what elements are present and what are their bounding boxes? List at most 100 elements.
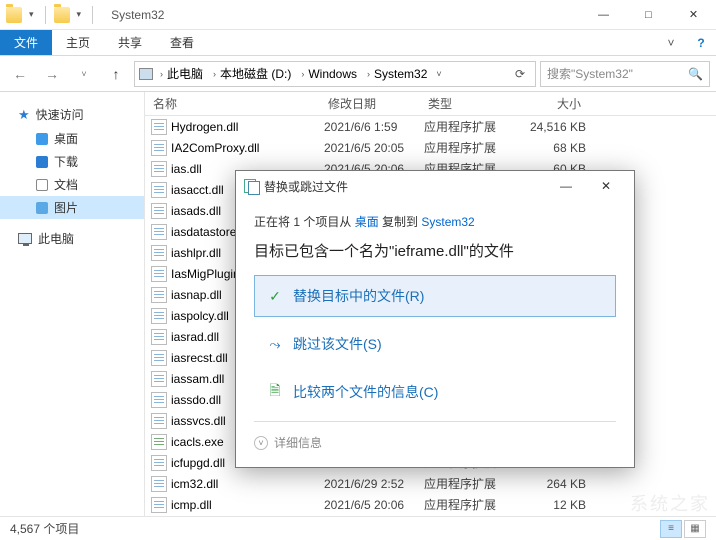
breadcrumb-segment[interactable]: Windows (308, 67, 357, 81)
chevron-right-icon[interactable]: › (158, 69, 165, 79)
help-icon[interactable]: ? (686, 30, 716, 55)
tab-view[interactable]: 查看 (156, 30, 208, 55)
recent-dropdown-icon[interactable]: ▾ (74, 9, 85, 20)
option-compare[interactable]: 🗎 比较两个文件的信息(C) (254, 371, 616, 413)
divider (45, 6, 46, 24)
chevron-down-icon: ˅ (254, 436, 268, 450)
sidebar-item-label: 下载 (54, 153, 78, 170)
sidebar-quick-access[interactable]: ★ 快速访问 (0, 102, 144, 127)
tab-file[interactable]: 文件 (0, 30, 52, 55)
address-dropdown-icon[interactable]: ˅ (432, 69, 445, 79)
file-icon (151, 350, 167, 366)
column-type[interactable]: 类型 (420, 95, 510, 112)
view-details-button[interactable]: ≡ (660, 520, 682, 538)
star-icon: ★ (18, 107, 30, 123)
file-name: icm32.dll (171, 477, 324, 491)
chevron-right-icon[interactable]: › (365, 69, 372, 79)
details-toggle[interactable]: ˅ 详细信息 (254, 434, 616, 451)
view-thumbnails-button[interactable]: ▦ (684, 520, 706, 538)
file-date: 2021/6/29 2:52 (324, 477, 424, 491)
option-skip[interactable]: ⤳ 跳过该文件(S) (254, 323, 616, 365)
file-icon (151, 455, 167, 471)
folder-icon (6, 7, 22, 23)
table-row[interactable]: Hydrogen.dll2021/6/6 1:59应用程序扩展24,516 KB (145, 116, 716, 137)
file-icon (151, 140, 167, 156)
navigation-bar: ← → ˅ ↑ ›此电脑 ›本地磁盘 (D:) ›Windows ›System… (0, 56, 716, 92)
back-button[interactable]: ← (6, 61, 34, 87)
sidebar-item-desktop[interactable]: 桌面 (0, 127, 144, 150)
ribbon-expand-icon[interactable]: ˅ (656, 30, 686, 55)
file-size: 24,516 KB (514, 120, 586, 134)
sidebar-item-label: 图片 (54, 199, 78, 216)
sidebar-item-documents[interactable]: 文档 (0, 173, 144, 196)
dialog-minimize-button[interactable]: — (546, 172, 586, 200)
sidebar-item-downloads[interactable]: 下载 (0, 150, 144, 173)
file-date: 2021/6/6 1:59 (324, 120, 424, 134)
document-icon (36, 179, 48, 191)
breadcrumb-segment[interactable]: System32 (374, 67, 427, 81)
breadcrumb-segment[interactable]: 本地磁盘 (D:) (220, 65, 291, 82)
table-row[interactable]: IA2ComProxy.dll2021/6/5 20:05应用程序扩展68 KB (145, 137, 716, 158)
file-icon (151, 308, 167, 324)
chevron-right-icon[interactable]: › (211, 69, 218, 79)
column-date[interactable]: 修改日期 (320, 95, 420, 112)
title-bar: ▾ ▾ System32 — □ ✕ (0, 0, 716, 30)
pictures-icon (36, 202, 48, 214)
file-icon (151, 497, 167, 513)
search-icon[interactable]: 🔍 (688, 67, 703, 81)
file-icon (151, 476, 167, 492)
file-date: 2021/6/5 20:05 (324, 141, 424, 155)
sidebar-item-label: 文档 (54, 176, 78, 193)
table-row[interactable]: icmp.dll2021/6/5 20:06应用程序扩展12 KB (145, 494, 716, 515)
option-replace[interactable]: ✓ 替换目标中的文件(R) (254, 275, 616, 317)
file-icon (151, 266, 167, 282)
sidebar-item-label: 桌面 (54, 130, 78, 147)
pc-icon (139, 68, 153, 80)
table-row[interactable]: icm32.dll2021/6/29 2:52应用程序扩展264 KB (145, 473, 716, 494)
file-name: IA2ComProxy.dll (171, 141, 324, 155)
qat-dropdown-icon[interactable]: ▾ (26, 9, 37, 20)
file-icon (151, 371, 167, 387)
source-link[interactable]: 桌面 (355, 215, 379, 229)
dialog-title: 替换或跳过文件 (264, 178, 348, 195)
search-input[interactable]: 搜索"System32" 🔍 (540, 61, 710, 87)
minimize-button[interactable]: — (581, 0, 626, 30)
file-icon (151, 161, 167, 177)
sidebar-item-pictures[interactable]: 图片 (0, 196, 144, 219)
file-icon (151, 203, 167, 219)
divider (254, 421, 616, 422)
maximize-button[interactable]: □ (626, 0, 671, 30)
file-type: 应用程序扩展 (424, 139, 514, 156)
up-button[interactable]: ↑ (102, 61, 130, 87)
sidebar-item-label: 此电脑 (38, 230, 74, 247)
sidebar-label: 快速访问 (36, 106, 84, 123)
file-icon (151, 392, 167, 408)
tab-share[interactable]: 共享 (104, 30, 156, 55)
skip-icon: ⤳ (267, 336, 283, 352)
column-name[interactable]: 名称 (145, 95, 320, 112)
folder-icon (54, 7, 70, 23)
file-type: 应用程序扩展 (424, 496, 514, 513)
column-size[interactable]: 大小 (510, 95, 590, 112)
file-name: Hydrogen.dll (171, 120, 324, 134)
forward-button[interactable]: → (38, 61, 66, 87)
recent-locations-dropdown[interactable]: ˅ (70, 61, 98, 87)
destination-link[interactable]: System32 (421, 215, 474, 229)
file-icon (151, 245, 167, 261)
refresh-icon[interactable]: ⟳ (509, 67, 531, 81)
desktop-icon (36, 133, 48, 145)
dialog-titlebar[interactable]: 替换或跳过文件 — ✕ (236, 171, 634, 201)
file-size: 68 KB (514, 141, 586, 155)
column-headers: 名称 修改日期 类型 大小 (145, 92, 716, 116)
sidebar-item-this-pc[interactable]: 此电脑 (0, 227, 144, 250)
address-bar[interactable]: ›此电脑 ›本地磁盘 (D:) ›Windows ›System32 ˅ ⟳ (134, 61, 536, 87)
chevron-right-icon[interactable]: › (299, 69, 306, 79)
breadcrumb-segment[interactable]: 此电脑 (167, 65, 203, 82)
table-row[interactable]: icmui.dll2021/6/5 20:05应用程序扩展48 KB (145, 515, 716, 516)
dialog-close-button[interactable]: ✕ (586, 172, 626, 200)
close-button[interactable]: ✕ (671, 0, 716, 30)
copy-icon (244, 179, 258, 193)
option-label: 替换目标中的文件(R) (293, 286, 424, 306)
tab-home[interactable]: 主页 (52, 30, 104, 55)
file-size: 264 KB (514, 477, 586, 491)
